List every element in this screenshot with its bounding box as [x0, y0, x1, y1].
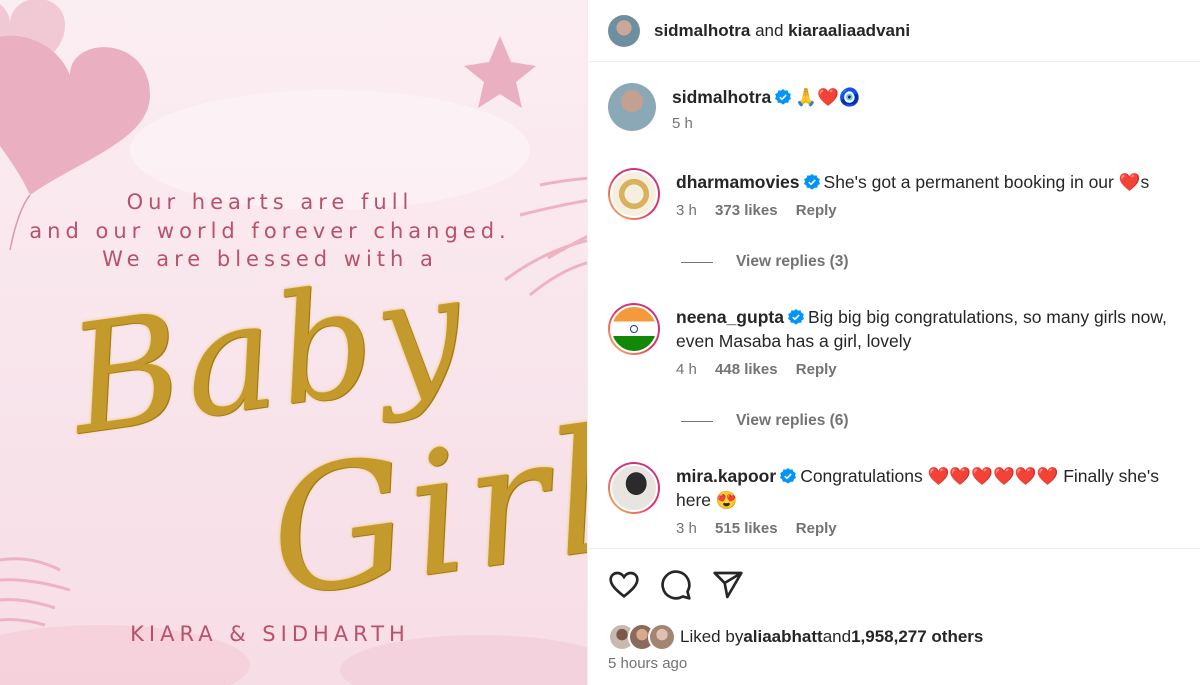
heart-balloon-front [0, 35, 150, 195]
heart-icon[interactable] [608, 569, 640, 601]
comment-row: dharmamovies She's got a permanent bookin… [608, 168, 1186, 220]
comment-avatar [610, 305, 658, 353]
verified-badge-icon [775, 89, 792, 105]
verified-badge-icon [787, 309, 804, 325]
post-image: Our hearts are full and our world foreve… [0, 0, 587, 685]
reply-button[interactable]: Reply [796, 202, 837, 219]
liked-user[interactable]: aliaabhatt [743, 627, 822, 647]
liked-prefix: Liked by [680, 627, 744, 646]
comment-likes[interactable]: 448 likes [715, 361, 778, 378]
liked-avatars[interactable] [608, 623, 676, 651]
author-username-1[interactable]: sidmalhotra [654, 21, 750, 40]
caption-time: 5 h [672, 115, 693, 132]
author-avatar[interactable] [608, 14, 640, 47]
action-bar [608, 569, 744, 601]
liked-mid: and [822, 627, 852, 646]
liked-by: Liked by aliaabhatt and 1,958,277 others [608, 623, 983, 651]
star-shape [464, 36, 536, 108]
share-icon[interactable] [712, 569, 744, 601]
message-line-1: Our hearts are full [126, 190, 414, 214]
story-ring[interactable] [608, 168, 660, 220]
avatar [648, 623, 676, 651]
message-line-2: and our world forever changed. [29, 219, 511, 243]
story-ring[interactable] [608, 462, 660, 514]
comment-time: 3 h [676, 520, 697, 537]
reply-button[interactable]: Reply [796, 520, 837, 537]
comment-time: 3 h [676, 202, 697, 219]
replies-divider [681, 262, 713, 263]
caption-row: sidmalhotra 🙏❤️🧿 5 h [608, 83, 1182, 132]
reply-button[interactable]: Reply [796, 361, 837, 378]
comment-icon[interactable] [660, 569, 692, 601]
chakra-icon [630, 325, 638, 333]
post-header: sidmalhotra and kiaraaliaadvani [588, 0, 1200, 62]
comment-time: 4 h [676, 361, 697, 378]
comment-avatar [610, 464, 658, 512]
view-replies-button[interactable]: View replies (6) [681, 412, 849, 430]
post-footer: Liked by aliaabhatt and 1,958,277 others… [588, 548, 1200, 685]
story-ring[interactable] [608, 303, 660, 355]
couple-names: KIARA & SIDHARTH [130, 622, 410, 646]
author-username-2[interactable]: kiaraaliaadvani [788, 21, 910, 40]
comment-likes[interactable]: 373 likes [715, 202, 778, 219]
caption-username[interactable]: sidmalhotra [672, 87, 771, 107]
liked-count[interactable]: 1,958,277 others [851, 627, 983, 647]
comment-likes[interactable]: 515 likes [715, 520, 778, 537]
caption-text: 🙏❤️🧿 [795, 87, 861, 107]
post-time: 5 hours ago [608, 655, 688, 672]
comment-row: neena_gupta Big big big congratulations, … [608, 303, 1186, 378]
leaves-left [0, 557, 71, 627]
view-replies-label: View replies (3) [736, 253, 849, 270]
authors-joiner: and [750, 20, 789, 40]
comment-username[interactable]: dharmamovies [676, 172, 800, 192]
verified-badge-icon [780, 468, 797, 484]
instagram-panel: sidmalhotra and kiaraaliaadvani sidmalho… [587, 0, 1200, 685]
comment-row: mira.kapoor Congratulations ❤️❤️❤️❤️❤️❤️ … [608, 462, 1186, 537]
verified-badge-icon [803, 174, 820, 190]
comment-username[interactable]: mira.kapoor [676, 466, 776, 486]
replies-divider [681, 421, 713, 422]
view-replies-button[interactable]: View replies (3) [681, 253, 849, 271]
comment-text: She's got a permanent booking in our ❤️s [823, 172, 1150, 192]
comment-username[interactable]: neena_gupta [676, 307, 784, 327]
post-authors: sidmalhotra and kiaraaliaadvani [654, 21, 910, 41]
comment-avatar [610, 170, 658, 218]
view-replies-label: View replies (6) [736, 412, 849, 429]
caption-avatar[interactable] [608, 83, 656, 131]
